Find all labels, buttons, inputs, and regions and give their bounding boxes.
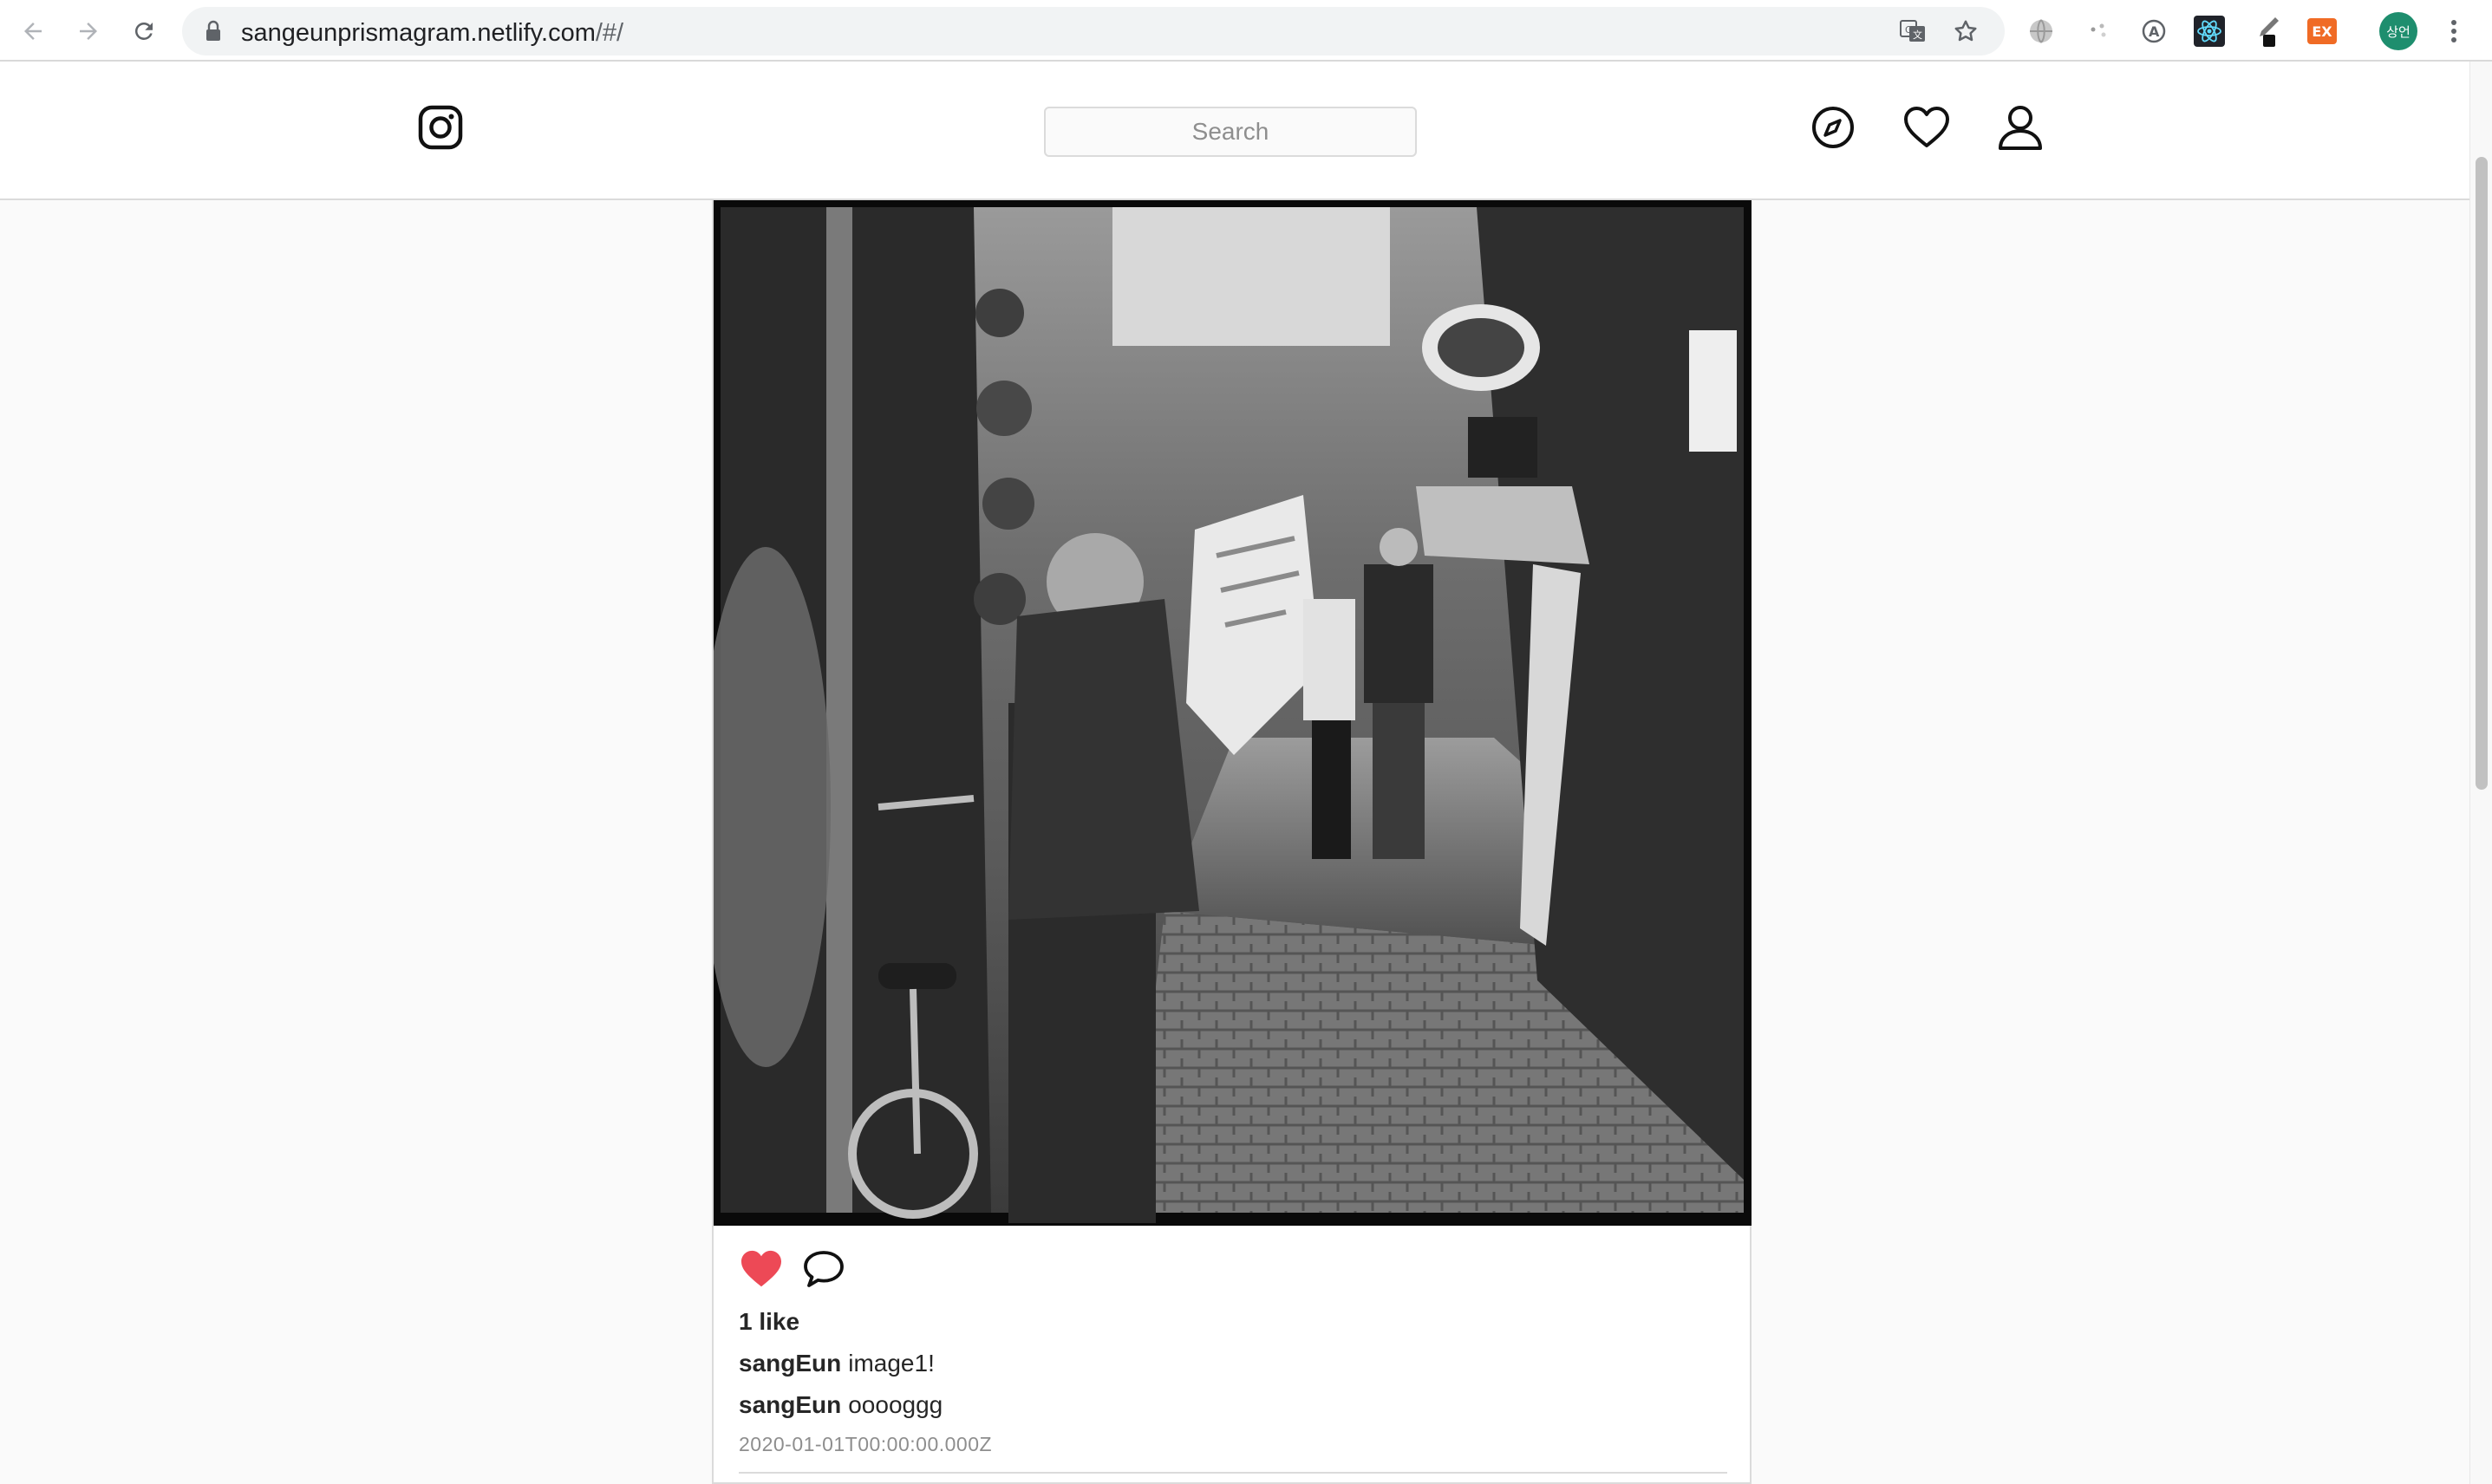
extension-dots[interactable] [2079,12,2117,50]
forward-button[interactable] [69,12,108,50]
caption-text: image1! [848,1350,935,1377]
app-header [0,62,2469,200]
caption-username[interactable]: sangEun [739,1350,841,1377]
search-input[interactable] [1044,107,1417,157]
browser-menu-button[interactable] [2435,12,2473,50]
instagram-icon [418,105,463,150]
extension-ex[interactable]: EX [2303,12,2341,50]
svg-text:G: G [1905,24,1913,36]
browser-toolbar: sangeunprismagram.netlify.com/#/ G文 A EX… [0,0,2492,62]
avatar: 상언 [2379,12,2417,50]
comment-item: sangEun ooooggg [739,1391,943,1419]
comment-username[interactable]: sangEun [739,1391,841,1418]
lock-icon [206,20,220,41]
speech-bubble-icon [804,1251,844,1287]
extension-eyedropper[interactable] [2247,12,2286,50]
ex-badge-icon: EX [2307,18,2337,44]
url-text: sangeunprismagram.netlify.com/#/ [241,19,624,47]
user-icon [1999,106,2042,150]
address-bar[interactable]: sangeunprismagram.netlify.com/#/ G文 [182,7,2005,55]
likes-count: 1 like [739,1308,800,1335]
comment-button[interactable] [800,1246,847,1292]
forward-arrow-icon [80,23,97,40]
post-card: 1 like sangEun image1! sangEun ooooggg 202… [712,200,1752,1484]
back-button[interactable] [14,12,52,50]
post-caption: sangEun image1! [739,1350,935,1377]
kebab-menu-icon [2451,20,2456,42]
heart-icon [1904,107,1949,147]
globe-icon [2030,19,2052,43]
profile-avatar[interactable]: 상언 [2379,12,2417,50]
post-timestamp: 2020-01-01T00:00:00.000Z [739,1433,993,1455]
react-icon [2194,16,2225,47]
letter-a-circle-icon: A [2142,19,2166,43]
svg-text:A: A [2149,23,2160,40]
compass-icon [1812,107,1854,148]
extension-react-devtools[interactable] [2190,12,2228,50]
heart-filled-icon [741,1250,781,1287]
post-actions [738,1246,847,1292]
page-scrollbar[interactable] [2469,62,2492,1484]
notifications-link[interactable] [1901,101,1953,153]
translate-icon[interactable]: G文 [1899,17,1927,45]
bookmark-star-icon[interactable] [1953,18,1979,44]
scrollbar-thumb[interactable] [2476,157,2488,790]
extension-globe[interactable] [2022,12,2060,50]
extension-a[interactable]: A [2135,12,2173,50]
back-arrow-icon [24,23,42,40]
eyedropper-icon [2260,17,2279,47]
post-photo[interactable] [714,200,1752,1226]
comment-text: ooooggg [848,1391,943,1418]
logo-link[interactable] [414,101,466,153]
comment-divider [739,1472,1727,1474]
like-button[interactable] [738,1246,785,1292]
profile-link[interactable] [1994,101,2046,153]
reload-icon [134,22,153,40]
photo-image [714,200,1752,1226]
sparkle-icon [2091,23,2106,37]
svg-text:文: 文 [1913,29,1922,41]
reload-button[interactable] [125,12,163,50]
explore-link[interactable] [1807,101,1859,153]
